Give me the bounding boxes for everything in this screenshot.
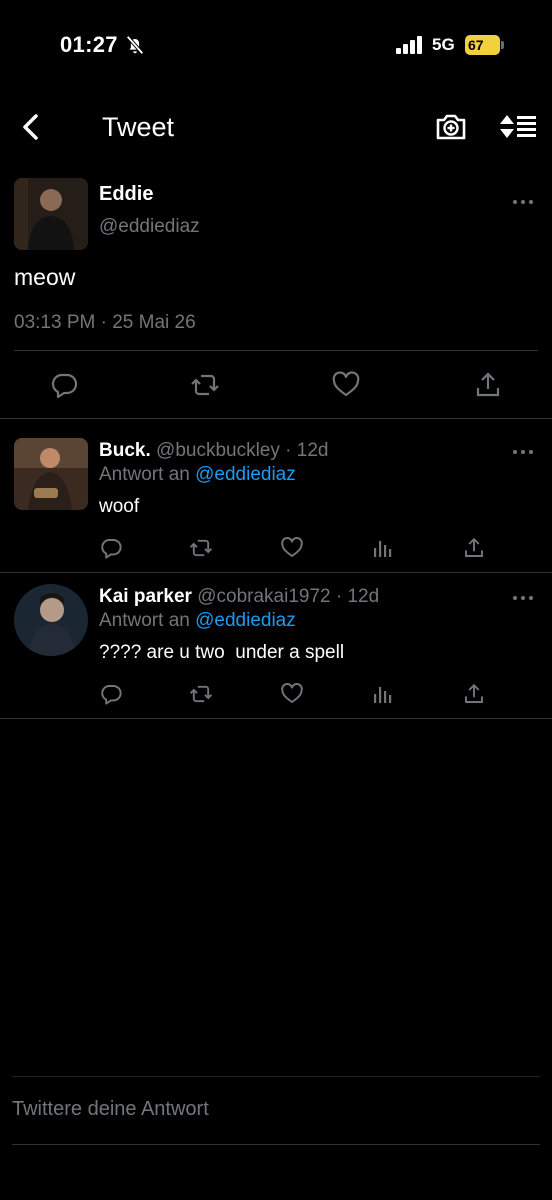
status-time: 01:27 [60,32,118,57]
share-icon[interactable] [462,536,486,560]
back-arrow-icon[interactable] [16,110,48,144]
avatar-image [14,178,88,250]
battery-icon: 67 [465,35,505,55]
tweet-text: meow [14,264,76,290]
mention-link[interactable]: @eddiediaz [195,464,296,485]
battery-level: 67 [465,35,500,55]
reply-header: Kai parker @cobrakai1972 · 12d [99,586,379,608]
divider [0,418,552,419]
reply-header: Buck. @buckbuckley · 12d [99,440,328,462]
like-icon[interactable] [331,370,361,400]
retweet-icon[interactable] [189,682,213,706]
reply-icon[interactable] [49,370,79,400]
bell-off-icon [126,35,144,55]
reply-icon[interactable] [99,682,123,706]
like-icon[interactable] [280,536,304,560]
avatar[interactable] [14,178,88,250]
divider [0,572,552,573]
author-handle[interactable]: @buckbuckley · 12d [156,440,328,461]
reply-icon[interactable] [99,536,123,560]
views-icon[interactable] [371,536,395,560]
more-icon[interactable] [512,198,534,206]
author-handle[interactable]: @cobrakai1972 · 12d [197,586,379,607]
author-name[interactable]: Buck. [99,440,151,461]
views-icon[interactable] [371,682,395,706]
avatar-image [14,584,88,656]
divider [12,1144,540,1145]
header: Tweet [0,98,552,158]
network-type: 5G [432,35,455,54]
sort-icon[interactable] [498,110,538,144]
reply-text: ???? are u two under a spell [99,642,345,663]
status-bar: 01:27 5G 67 [0,0,552,92]
author-name[interactable]: Kai parker [99,586,192,607]
avatar[interactable] [14,584,88,656]
reply-text: woof [99,496,140,517]
camera-plus-icon[interactable] [434,110,468,144]
reply-context: Antwort an @eddiediaz [99,610,296,632]
share-icon[interactable] [473,370,503,400]
reply-prefix: Antwort an [99,610,190,631]
mention-link[interactable]: @eddiediaz [195,610,296,631]
divider [0,718,552,719]
page-title: Tweet [102,112,175,142]
battery-tip [501,41,504,49]
reply-input[interactable]: Twittere deine Antwort [12,1098,532,1124]
divider [14,350,538,351]
reply-prefix: Antwort an [99,464,190,485]
reply-context: Antwort an @eddiediaz [99,464,296,486]
more-icon[interactable] [512,448,534,456]
more-icon[interactable] [512,594,534,602]
retweet-icon[interactable] [190,370,220,400]
author-handle[interactable]: @eddiediaz [99,216,200,238]
tweet-timestamp: 03:13 PM · 25 Mai 26 [14,312,196,333]
avatar-image [14,438,88,510]
signal-icon [396,36,422,54]
author-name[interactable]: Eddie [99,183,153,206]
like-icon[interactable] [280,682,304,706]
avatar[interactable] [14,438,88,510]
share-icon[interactable] [462,682,486,706]
reply-composer: Twittere deine Antwort [0,1076,552,1146]
retweet-icon[interactable] [189,536,213,560]
